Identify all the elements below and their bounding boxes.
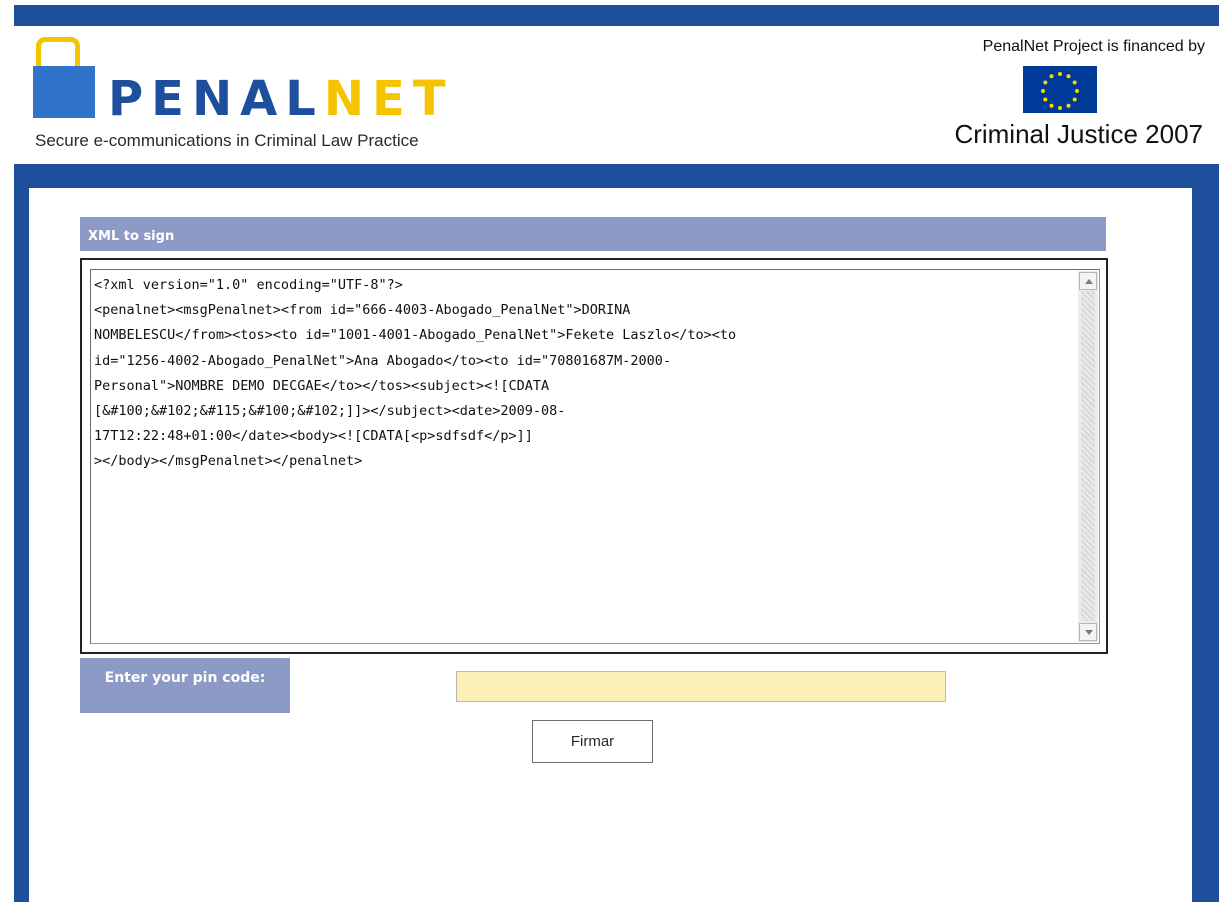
penalnet-logo-mark [33, 66, 95, 118]
content-frame-top [14, 164, 1219, 188]
xml-section-title: XML to sign [80, 217, 1106, 251]
eu-flag-icon [1023, 66, 1097, 113]
content-frame-left [14, 188, 29, 902]
top-brand-bar [14, 5, 1219, 26]
pin-code-label: Enter your pin code: [80, 658, 290, 713]
scroll-up-arrow-icon[interactable] [1079, 272, 1097, 290]
scroll-track[interactable] [1081, 291, 1095, 621]
xml-textarea[interactable]: <?xml version="1.0" encoding="UTF-8"?> <… [90, 269, 1100, 644]
financed-by-text: PenalNet Project is financed by [982, 38, 1205, 55]
sign-button[interactable]: Firmar [532, 720, 653, 763]
xml-textarea-container: <?xml version="1.0" encoding="UTF-8"?> <… [80, 258, 1108, 654]
logo-net-text: NET [323, 71, 454, 127]
penalnet-logo-text: PENALNET [108, 74, 454, 124]
padlock-icon [36, 37, 80, 67]
program-name: Criminal Justice 2007 [954, 119, 1203, 149]
scroll-down-arrow-icon[interactable] [1079, 623, 1097, 641]
content-frame-right [1192, 188, 1219, 902]
textarea-scrollbar[interactable] [1078, 271, 1098, 642]
xml-content-text[interactable]: <?xml version="1.0" encoding="UTF-8"?> <… [94, 273, 1074, 475]
site-tagline: Secure e-communications in Criminal Law … [35, 131, 419, 150]
pin-code-input[interactable] [456, 671, 946, 702]
logo-penal-text: PENAL [108, 71, 324, 127]
